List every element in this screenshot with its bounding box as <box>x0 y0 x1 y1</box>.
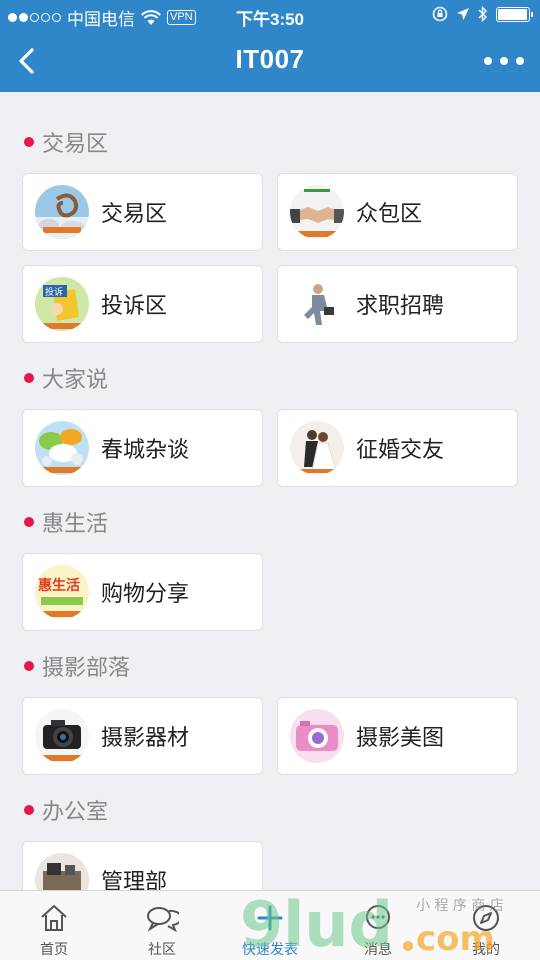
section-title: 摄影部落 <box>24 650 130 682</box>
section-title-label: 大家说 <box>42 367 109 392</box>
camera-thumbnail <box>35 709 89 763</box>
page-title: IT007 <box>235 44 305 74</box>
tab-me[interactable]: 我的 <box>432 891 540 960</box>
battery-level <box>498 8 527 20</box>
more-dot <box>500 57 508 65</box>
forum-card-crowdsourcing[interactable]: 众包区 <box>277 173 518 251</box>
section-title: 交易区 <box>24 126 108 158</box>
more-dot <box>484 57 492 65</box>
forum-card-complaint[interactable]: 投诉 投诉区 <box>22 265 263 343</box>
navigation-bar: IT007 <box>0 30 540 92</box>
forum-card-dating[interactable]: 征婚交友 <box>277 409 518 487</box>
wedding-couple-thumbnail <box>290 421 344 475</box>
hui-life-thumbnail: 惠生活 <box>35 565 89 619</box>
tab-label: 社区 <box>148 941 176 957</box>
forum-card-photo-gear[interactable]: 摄影器材 <box>22 697 263 775</box>
tab-quick-post[interactable]: 快速发表 <box>216 891 324 960</box>
battery-icon <box>496 6 533 22</box>
section-bullet-icon <box>24 517 34 527</box>
section-bullet-icon <box>24 137 34 147</box>
section-title: 办公室 <box>24 794 108 826</box>
status-right <box>432 6 533 22</box>
forum-card-label: 众包区 <box>356 201 423 226</box>
forum-card-jobs[interactable]: 求职招聘 <box>277 265 518 343</box>
tab-bar: 首页 社区 快速发表 消息 我的 <box>0 890 540 960</box>
forum-card-label: 购物分享 <box>101 581 190 606</box>
plus-icon <box>257 905 283 931</box>
tab-label: 我的 <box>472 941 500 957</box>
forum-card-chat[interactable]: 春城杂谈 <box>22 409 263 487</box>
forum-card-photo-gallery[interactable]: 摄影美图 <box>277 697 518 775</box>
compass-icon <box>473 905 499 931</box>
status-bar: 中国电信 VPN 下午3:50 <box>0 0 540 30</box>
hui-life-logo-text: 惠生活 <box>38 577 80 594</box>
forum-card-label: 交易区 <box>101 201 168 226</box>
section-bullet-icon <box>24 805 34 815</box>
section-bullet-icon <box>24 661 34 671</box>
forum-card-label: 求职招聘 <box>356 293 445 318</box>
section-title-label: 交易区 <box>42 131 109 156</box>
forum-card-label: 征婚交友 <box>356 437 445 462</box>
tab-community[interactable]: 社区 <box>108 891 216 960</box>
section-title-label: 办公室 <box>42 799 109 824</box>
forum-card-label: 摄影器材 <box>101 725 190 750</box>
more-dot <box>516 57 524 65</box>
forum-card-label: 摄影美图 <box>356 725 445 750</box>
forum-card-label: 春城杂谈 <box>101 437 190 462</box>
chat-icon <box>147 907 179 933</box>
forum-card-label: 投诉区 <box>101 293 168 318</box>
forum-card-management[interactable]: 管理部 <box>22 841 263 890</box>
forum-card-trade[interactable]: 交易区 <box>22 173 263 251</box>
tab-label: 消息 <box>364 941 392 957</box>
section-title: 惠生活 <box>24 506 108 538</box>
home-icon <box>41 905 67 931</box>
svg-text:投诉: 投诉 <box>45 286 63 298</box>
office-thumbnail <box>35 853 89 890</box>
section-bullet-icon <box>24 373 34 383</box>
section-title-label: 惠生活 <box>42 511 109 536</box>
trade-thumbnail <box>35 185 89 239</box>
complaint-thumbnail: 投诉 <box>35 277 89 331</box>
message-icon <box>366 905 390 929</box>
chat-bubbles-thumbnail <box>35 421 89 475</box>
handshake-thumbnail <box>290 185 344 239</box>
tab-messages[interactable]: 消息 <box>324 891 432 960</box>
orientation-lock-icon <box>432 6 448 22</box>
forum-card-label: 管理部 <box>101 869 168 890</box>
pink-camera-thumbnail <box>290 709 344 763</box>
more-button[interactable] <box>484 50 524 72</box>
tab-label: 快速发表 <box>242 941 298 957</box>
section-title-label: 摄影部落 <box>42 655 131 680</box>
forum-card-shopping[interactable]: 惠生活 购物分享 <box>22 553 263 631</box>
section-title: 大家说 <box>24 362 108 394</box>
tab-label: 首页 <box>40 941 68 957</box>
location-icon <box>457 8 469 20</box>
jobseeker-thumbnail <box>290 277 344 331</box>
tab-home[interactable]: 首页 <box>0 891 108 960</box>
bluetooth-icon <box>478 6 487 22</box>
forum-list[interactable]: 交易区 交易区 众包区 投诉 投诉区 求职招聘 大家说 春城杂谈 征婚交友 惠生… <box>0 92 540 890</box>
